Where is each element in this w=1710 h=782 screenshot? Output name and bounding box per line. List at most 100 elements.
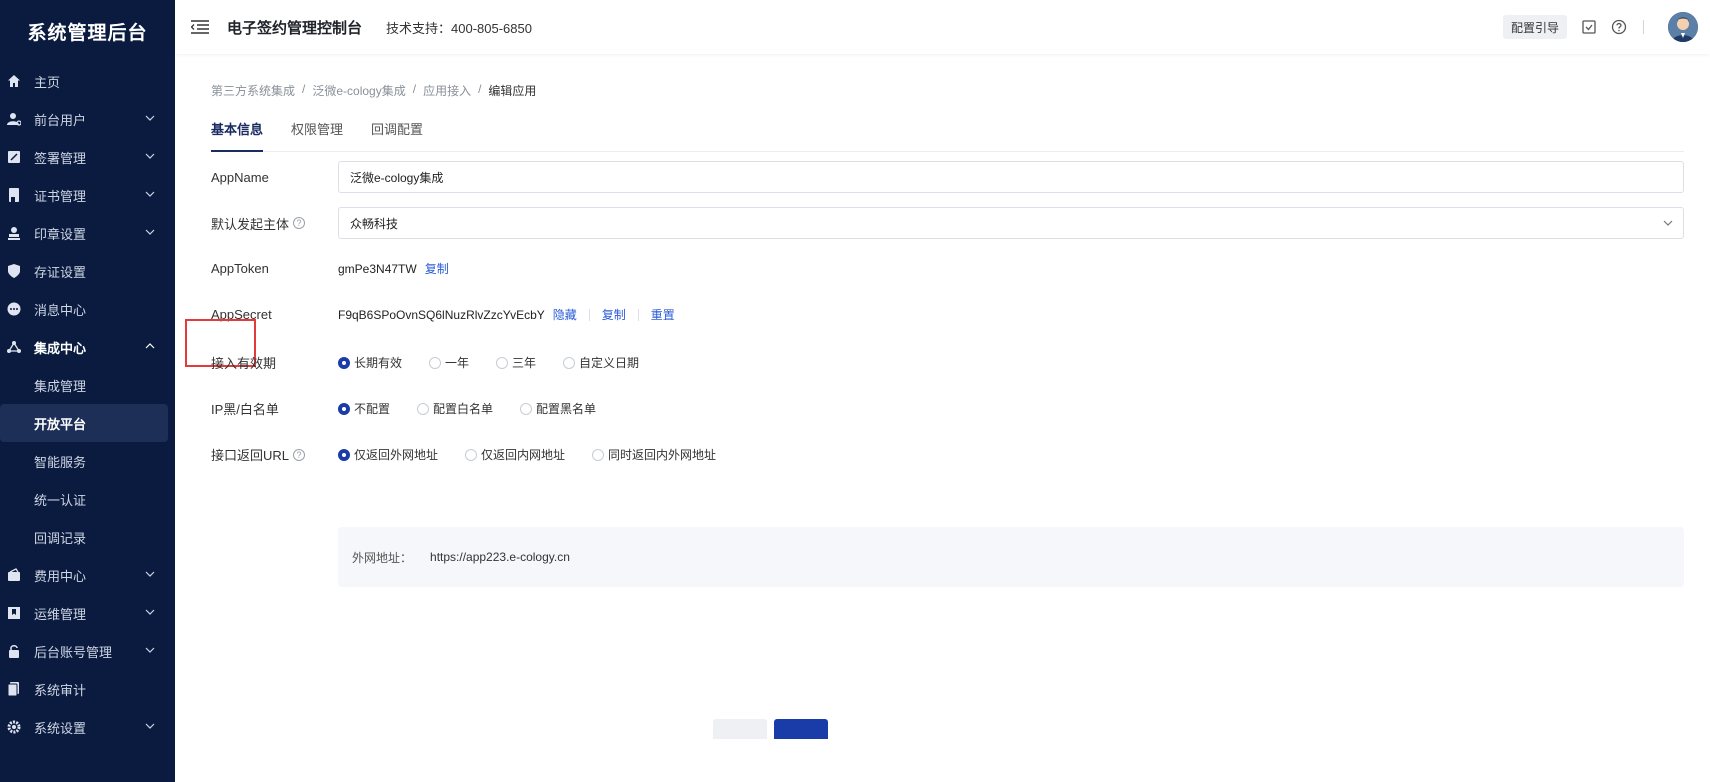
form-row-appname: AppName 泛微e-cology集成 xyxy=(211,161,1684,193)
sidebar-subitem-integration-management[interactable]: 集成管理 xyxy=(0,366,175,404)
support-phone: 技术支持：400-805-6850 xyxy=(386,20,532,36)
breadcrumb-item[interactable]: 泛微e-cology集成 xyxy=(312,82,405,99)
app-title: 电子签约管理控制台 xyxy=(227,19,363,37)
help-icon[interactable] xyxy=(1611,19,1627,35)
help-icon[interactable]: ? xyxy=(293,217,306,229)
issuer-select[interactable]: 众畅科技 xyxy=(338,207,1684,239)
issuer-label-group: 默认发起主体 ? xyxy=(211,214,338,233)
copy-token-link[interactable]: 复制 xyxy=(425,260,449,277)
breadcrumb-separator: / xyxy=(478,82,482,96)
sidebar-subitem-open-platform[interactable]: 开放平台 xyxy=(0,404,168,442)
chevron-down-icon xyxy=(145,153,155,159)
validity-option-custom-date[interactable]: 自定义日期 xyxy=(563,354,639,371)
sidebar-item-messages[interactable]: 消息中心 xyxy=(0,290,175,328)
sidebar-item-label: 证书管理 xyxy=(34,188,87,204)
validity-option-one-year[interactable]: 一年 xyxy=(429,354,469,371)
sidebar-item-integration-center[interactable]: 集成中心 xyxy=(0,328,175,366)
validity-option-three-years[interactable]: 三年 xyxy=(496,354,536,371)
sidebar: 系统管理后台 主页 前台用户 签署管理 证书管理 印章设置 存证设置 消息中心 … xyxy=(0,0,175,782)
cancel-button[interactable] xyxy=(713,719,767,739)
wallet-icon xyxy=(8,568,20,581)
sidebar-item-label: 运维管理 xyxy=(34,606,87,622)
radio-dot xyxy=(417,402,430,415)
chevron-down-icon xyxy=(145,723,155,729)
radio-label: 一年 xyxy=(445,356,470,370)
save-button[interactable] xyxy=(774,719,828,739)
radio-dot xyxy=(592,448,605,461)
avatar[interactable] xyxy=(1668,12,1698,42)
message-icon xyxy=(7,302,21,316)
reset-secret-link[interactable]: 重置 xyxy=(651,306,675,323)
sidebar-item-admin-accounts[interactable]: 后台账号管理 xyxy=(0,632,175,670)
chevron-down-icon xyxy=(145,191,155,197)
breadcrumb-item[interactable]: 第三方系统集成 xyxy=(211,82,295,99)
sidebar-item-system-settings[interactable]: 系统设置 xyxy=(0,708,175,746)
appname-input[interactable]: 泛微e-cology集成 xyxy=(338,161,1684,193)
chevron-down-icon xyxy=(1663,220,1673,226)
form-row-appsecret: AppSecret F9qB6SPoOvnSQ6lNuzRlvZzcYvEcbY… xyxy=(211,306,1684,323)
radio-label: 不配置 xyxy=(354,402,391,416)
sidebar-item-label: 印章设置 xyxy=(34,226,87,242)
seal-icon xyxy=(8,227,20,240)
sidebar-item-label: 签署管理 xyxy=(34,150,87,166)
sidebar-item-certificates[interactable]: 证书管理 xyxy=(0,176,175,214)
sidebar-subitem-unified-auth[interactable]: 统一认证 xyxy=(0,480,175,518)
ip-option-blacklist[interactable]: 配置黑名单 xyxy=(520,400,596,417)
validity-radio-group: 长期有效 一年 三年 自定义日期 xyxy=(338,354,666,371)
config-guide-button[interactable]: 配置引导 xyxy=(1502,15,1567,39)
return-option-internal[interactable]: 仅返回内网地址 xyxy=(465,446,565,463)
sidebar-item-label: 集成中心 xyxy=(34,340,87,356)
form-row-return-url: 接口返回URL ? 仅返回外网地址 仅返回内网地址 同时返回内外网地址 xyxy=(211,445,1684,464)
sidebar-item-system-audit[interactable]: 系统审计 xyxy=(0,670,175,708)
return-url-label-group: 接口返回URL ? xyxy=(211,445,338,464)
radio-dot xyxy=(338,448,350,461)
lock-icon xyxy=(9,645,19,658)
issuer-label: 默认发起主体 xyxy=(211,216,290,232)
tab-basic-info[interactable]: 基本信息 xyxy=(211,116,264,152)
sidebar-item-operations[interactable]: 运维管理 xyxy=(0,594,175,632)
tab-callback-config[interactable]: 回调配置 xyxy=(371,116,423,152)
link-divider xyxy=(637,308,639,321)
return-option-both[interactable]: 同时返回内外网地址 xyxy=(592,446,716,463)
certificate-icon xyxy=(9,188,19,202)
gear-icon xyxy=(7,720,21,734)
external-url-label: 外网地址： xyxy=(352,550,413,565)
avatar-image xyxy=(1668,12,1698,42)
menu-toggle-icon[interactable] xyxy=(191,20,209,34)
chevron-down-icon xyxy=(145,609,155,615)
help-icon[interactable]: ? xyxy=(293,448,306,461)
apptoken-value: gmPe3N47TW xyxy=(338,261,417,276)
sidebar-subitem-callback-records[interactable]: 回调记录 xyxy=(0,518,175,556)
sidebar-item-home[interactable]: 主页 xyxy=(0,62,175,100)
return-url-radio-group: 仅返回外网地址 仅返回内网地址 同时返回内外网地址 xyxy=(338,446,743,463)
hide-secret-link[interactable]: 隐藏 xyxy=(553,306,577,323)
sidebar-item-sign-management[interactable]: 签署管理 xyxy=(0,138,175,176)
sidebar-item-evidence-settings[interactable]: 存证设置 xyxy=(0,252,175,290)
task-check-icon[interactable] xyxy=(1581,19,1597,35)
radio-label: 配置黑名单 xyxy=(536,402,597,416)
breadcrumb-item[interactable]: 应用接入 xyxy=(423,82,471,99)
sidebar-subitem-smart-service[interactable]: 智能服务 xyxy=(0,442,175,480)
return-url-label: 接口返回URL xyxy=(211,448,290,463)
form-row-apptoken: AppToken gmPe3N47TW 复制 xyxy=(211,260,1684,277)
bookmark-icon xyxy=(8,607,20,619)
sidebar-item-label: 后台账号管理 xyxy=(34,644,113,660)
sidebar-item-frontend-users[interactable]: 前台用户 xyxy=(0,100,175,138)
sidebar-item-seal-settings[interactable]: 印章设置 xyxy=(0,214,175,252)
tab-bar: 基本信息 权限管理 回调配置 xyxy=(211,116,1684,152)
sidebar-item-label: 消息中心 xyxy=(34,302,87,318)
sidebar-item-billing[interactable]: 费用中心 xyxy=(0,556,175,594)
breadcrumb-current: 编辑应用 xyxy=(488,84,537,98)
ip-option-none[interactable]: 不配置 xyxy=(338,400,390,417)
copy-secret-link[interactable]: 复制 xyxy=(602,306,626,323)
tab-permissions[interactable]: 权限管理 xyxy=(291,116,343,152)
ip-option-whitelist[interactable]: 配置白名单 xyxy=(417,400,493,417)
external-url-panel: 外网地址： https://app223.e-cology.cn xyxy=(338,527,1684,587)
radio-dot xyxy=(338,402,350,415)
link-divider xyxy=(588,308,590,321)
return-option-external[interactable]: 仅返回外网地址 xyxy=(338,446,438,463)
sidebar-item-label: 系统审计 xyxy=(34,682,87,698)
validity-option-long-term[interactable]: 长期有效 xyxy=(338,354,402,371)
ip-list-label: IP黑/白名单 xyxy=(211,402,279,417)
radio-dot xyxy=(465,448,478,461)
